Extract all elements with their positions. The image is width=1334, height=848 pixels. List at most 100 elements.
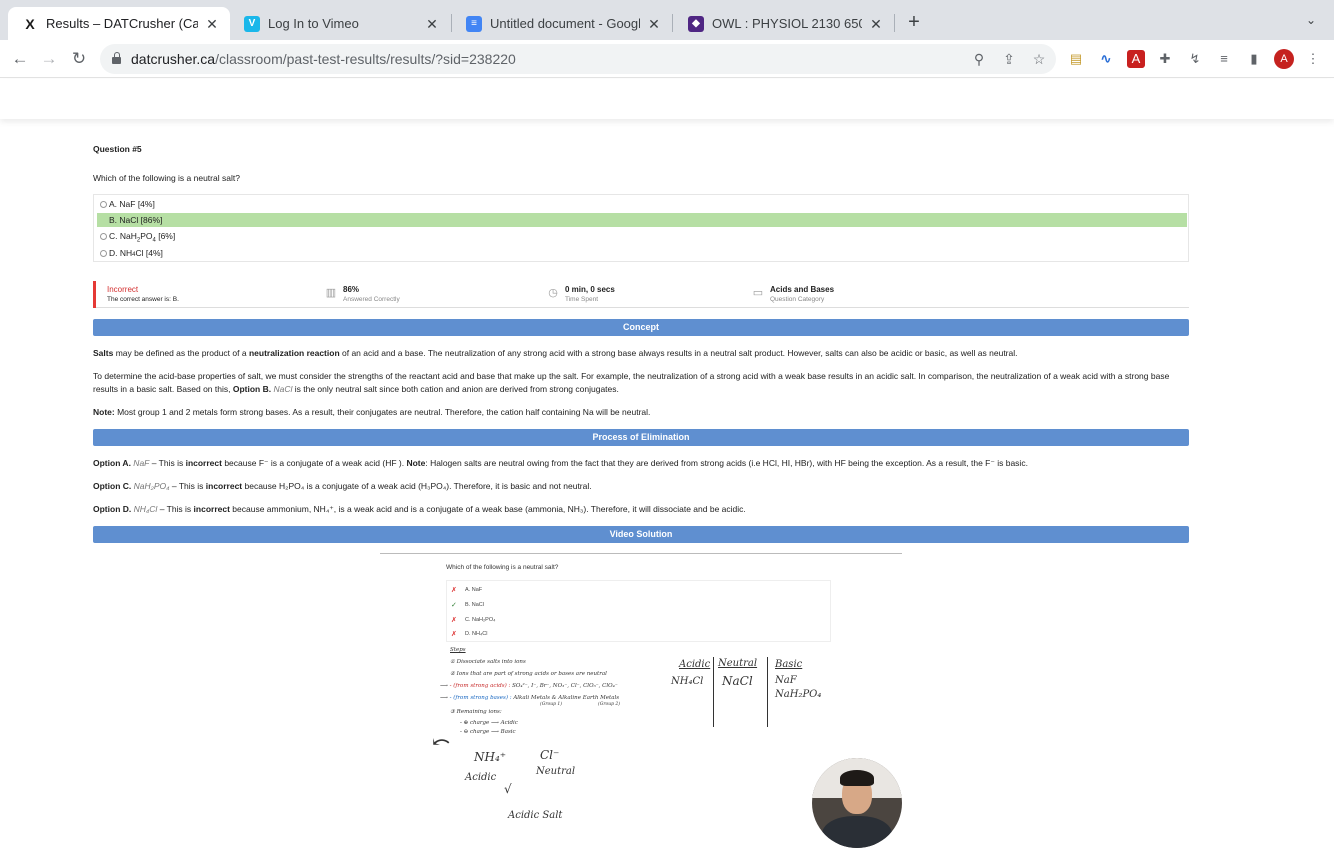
concept-paragraph-1: Salts may be defined as the product of a… [93,348,1018,358]
negative-charge-rule: - ⊖ charge ⟶ Basic [460,729,516,735]
radio-icon[interactable] [100,201,107,208]
site-header [0,79,1334,119]
more-menu-icon[interactable]: ⋮ [1304,50,1322,68]
video-options-box: ✗ A. NaF ✓ B. NaCl ✗ C. NaH₂PO₄ ✗ D. NH₄Cl [446,580,831,642]
tab-title: Log In to Vimeo [268,16,359,31]
positive-charge-rule: - ⊕ charge ⟶ Acidic [460,720,518,726]
datcrusher-favicon-icon: X [25,15,35,32]
group-2-label: (Group 2) [598,702,621,707]
extension-notes-icon[interactable]: ▤ [1067,50,1085,68]
step-2: ② Ions that are part of strong acids or … [450,671,607,677]
video-option: ✗ D. NH₄Cl [451,631,488,638]
check-mark-icon: ✓ [451,602,457,609]
owl-favicon-icon: ◆ [688,15,704,32]
google-docs-favicon-icon: ≡ [466,15,482,32]
ion-1-label: Acidic [465,772,497,783]
tab-search-chevron-icon[interactable]: ⌄ [1306,13,1316,27]
time-spent: ◷ 0 min, 0 secs Time Spent [548,285,615,303]
calendar-icon: ▭ [752,287,764,299]
concept-banner: Concept [93,319,1189,336]
tab-google-docs[interactable]: ≡ Untitled document - Google Do ✕ [452,7,672,40]
video-option: ✗ A. NaF [451,587,483,594]
option-a[interactable]: A. NaF [4%] [97,197,1187,211]
close-tab-icon[interactable]: ✕ [868,16,884,32]
radio-icon[interactable] [100,217,107,224]
radio-icon[interactable] [100,233,107,240]
new-tab-icon[interactable]: + [904,12,924,32]
forward-arrow-icon[interactable]: → [38,48,60,70]
close-tab-icon[interactable]: ✕ [204,16,220,32]
acrobat-extension-icon[interactable]: A [1127,50,1145,68]
back-arrow-icon[interactable]: ← [9,48,31,70]
lock-icon[interactable] [112,52,121,64]
elimination-banner: Process of Elimination [93,429,1189,446]
video-solution-banner: Video Solution [93,526,1189,543]
elimination-option-c: Option C. NaH₂PO₄ – This is incorrect be… [93,481,592,491]
result-status: Incorrect The correct answer is: B. [107,285,179,303]
tab-title: Results – DATCrusher (Canadia [46,16,198,31]
video-player[interactable]: Which of the following is a neutral salt… [380,553,902,848]
clock-icon: ◷ [548,287,558,299]
close-tab-icon[interactable]: ✕ [424,16,440,32]
table-header-basic: Basic [775,659,803,670]
zoom-icon[interactable]: ⚲ [970,50,988,68]
cross-mark-icon: ✗ [451,587,457,594]
bookmark-star-icon[interactable]: ☆ [1030,50,1048,68]
curved-arrow-icon: ⤺ [432,730,451,755]
reload-icon[interactable]: ↻ [68,48,90,70]
ion-2-label: Neutral [536,766,576,777]
option-d[interactable]: D. NH4Cl [4%] [97,246,1187,260]
basic-salt-2: NaH₂PO₄ [775,689,822,700]
media-queue-icon[interactable]: ≡ [1215,50,1233,68]
percent-correct: ▥ 86% Answered Correctly [325,285,400,303]
radio-icon[interactable] [100,250,107,257]
extensions-puzzle-icon[interactable]: ✚ [1156,50,1174,68]
group-1-label: (Group 1) [540,702,563,707]
tab-strip: X Results – DATCrusher (Canadia ✕ V Log … [0,0,1334,40]
strong-bases-line: ⟶ - (from strong bases) : Alkali Metals … [440,695,620,701]
check-swoosh-icon: √ [504,782,512,796]
tab-title: OWL : PHYSIOL 2130 650 SU2 [712,16,862,31]
step-3: ③ Remaining ions: [450,709,502,715]
concept-note: Note: Most group 1 and 2 metals form str… [93,407,651,417]
question-category: ▭ Acids and Bases Question Category [752,285,835,303]
share-icon[interactable]: ⇪ [1000,50,1018,68]
bar-chart-icon: ▥ [325,287,337,299]
tab-owl[interactable]: ◆ OWL : PHYSIOL 2130 650 SU2 ✕ [674,7,894,40]
tab-separator [672,14,673,32]
table-header-neutral: Neutral [718,658,758,669]
video-question-text: Which of the following is a neutral salt… [446,564,559,571]
video-option: ✗ C. NaH₂PO₄ [451,617,496,624]
instructor-webcam [812,758,902,848]
strong-acids-line: ⟶ - (from strong acids) : SO₄²⁻, I⁻, Br⁻… [440,683,618,689]
neutral-salt: NaCl [722,674,753,688]
answer-options: A. NaF [4%] B. NaCl [86%] C. NaH2PO4 [6%… [93,194,1189,262]
result-label: Acidic Salt [508,810,563,821]
concept-paragraph-2: To determine the acid-base properties of… [93,371,1170,394]
address-bar[interactable]: datcrusher.ca/classroom/past-test-result… [100,44,1056,74]
cross-mark-icon: ✗ [451,631,457,638]
elimination-option-d: Option D. NH₄Cl – This is incorrect beca… [93,504,746,514]
ion-1: NH₄⁺ [474,750,507,764]
extension-sync-icon[interactable]: ↯ [1186,50,1204,68]
close-tab-icon[interactable]: ✕ [646,16,662,32]
tab-vimeo[interactable]: V Log In to Vimeo ✕ [230,7,450,40]
tab-datcrusher[interactable]: X Results – DATCrusher (Canadia ✕ [8,7,230,40]
tab-separator [894,14,895,32]
profile-avatar[interactable]: A [1274,49,1294,69]
table-header-acidic: Acidic [679,659,711,670]
result-stats: Incorrect The correct answer is: B. ▥ 86… [93,281,1189,308]
basic-salt-1: NaF [775,675,797,686]
table-divider [713,657,714,727]
table-divider [767,657,768,727]
cross-mark-icon: ✗ [451,617,457,624]
extension-audio-icon[interactable]: ∿ [1097,50,1115,68]
tab-title: Untitled document - Google Do [490,16,640,31]
question-text: Which of the following is a neutral salt… [93,173,240,183]
acidic-salt: NH₄Cl [671,676,704,687]
side-panel-icon[interactable]: ▮ [1245,50,1263,68]
option-b[interactable]: B. NaCl [86%] [97,213,1187,227]
video-option: ✓ B. NaCl [451,602,484,609]
option-c[interactable]: C. NaH2PO4 [6%] [97,229,1187,244]
incorrect-indicator [93,281,96,308]
